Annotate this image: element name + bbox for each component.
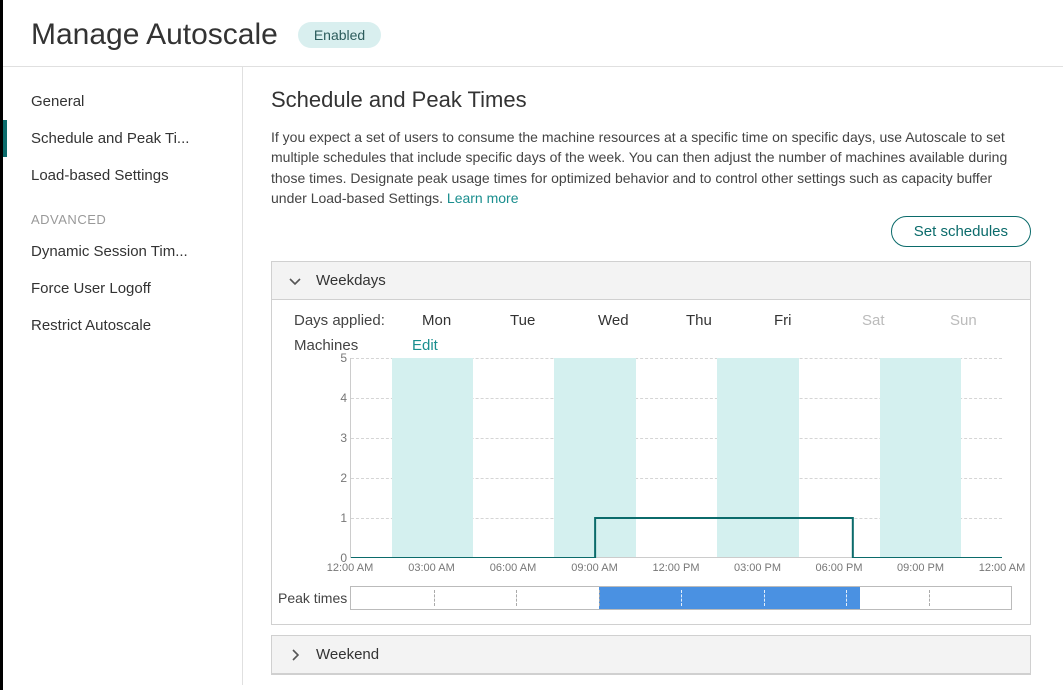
day-thu: Thu [686,312,746,329]
weekdays-panel-toggle[interactable]: Weekdays [272,262,1030,300]
chevron-down-icon [288,274,302,288]
x-tick: 03:00 PM [734,562,781,574]
day-sat: Sat [862,312,922,329]
days-applied-row: Days applied: Mon Tue Wed Thu Fri Sat Sun [290,312,1012,329]
peak-times-row: Peak times [290,586,1012,610]
x-tick: 12:00 PM [652,562,699,574]
y-tick: 3 [331,431,347,445]
x-tick: 09:00 AM [571,562,617,574]
sidebar-adv-item-1[interactable]: Force User Logoff [3,270,242,307]
sidebar-item-1[interactable]: Schedule and Peak Ti... [3,120,242,157]
weekend-panel-title: Weekend [316,646,379,663]
section-description-text: If you expect a set of users to consume … [271,129,1007,206]
days-applied-label: Days applied: [294,312,394,329]
day-tue: Tue [510,312,570,329]
sidebar-nav: GeneralSchedule and Peak Ti...Load-based… [3,67,243,685]
machines-edit-link[interactable]: Edit [412,337,438,354]
x-tick: 06:00 AM [490,562,536,574]
status-badge: Enabled [298,22,381,48]
sidebar-section-advanced: ADVANCED [3,194,242,233]
machines-chart: 012345 12:00 AM03:00 AM06:00 AM09:00 AM1… [350,358,1002,580]
weekend-panel: Weekend [271,635,1031,675]
day-sun: Sun [950,312,1010,329]
day-mon: Mon [422,312,482,329]
y-tick: 2 [331,471,347,485]
y-tick: 1 [331,511,347,525]
main-content: Schedule and Peak Times If you expect a … [243,67,1063,685]
weekdays-panel: Weekdays Days applied: Mon Tue Wed Thu Fri Sa… [271,261,1031,625]
x-tick: 09:00 PM [897,562,944,574]
page-title: Manage Autoscale [31,18,278,52]
x-tick: 12:00 AM [979,562,1025,574]
weekdays-panel-body: Days applied: Mon Tue Wed Thu Fri Sat Sun Mach… [272,300,1030,624]
peak-times-label: Peak times [278,590,350,606]
y-tick: 4 [331,391,347,405]
set-schedules-button[interactable]: Set schedules [891,216,1031,247]
x-tick: 06:00 PM [815,562,862,574]
sidebar-item-0[interactable]: General [3,83,242,120]
peak-times-bar[interactable] [350,586,1012,610]
chevron-right-icon [288,648,302,662]
sidebar-item-2[interactable]: Load-based Settings [3,157,242,194]
weekend-panel-toggle[interactable]: Weekend [272,636,1030,674]
sidebar-adv-item-0[interactable]: Dynamic Session Tim... [3,233,242,270]
section-title: Schedule and Peak Times [271,87,1031,113]
x-tick: 12:00 AM [327,562,373,574]
day-wed: Wed [598,312,658,329]
section-description: If you expect a set of users to consume … [271,127,1031,208]
sidebar-adv-item-2[interactable]: Restrict Autoscale [3,307,242,344]
page-header: Manage Autoscale Enabled [3,0,1063,67]
weekdays-panel-title: Weekdays [316,272,386,289]
day-fri: Fri [774,312,834,329]
y-tick: 5 [331,351,347,365]
x-tick: 03:00 AM [408,562,454,574]
machines-row: Machines Edit [290,337,1012,354]
learn-more-link[interactable]: Learn more [447,190,519,206]
